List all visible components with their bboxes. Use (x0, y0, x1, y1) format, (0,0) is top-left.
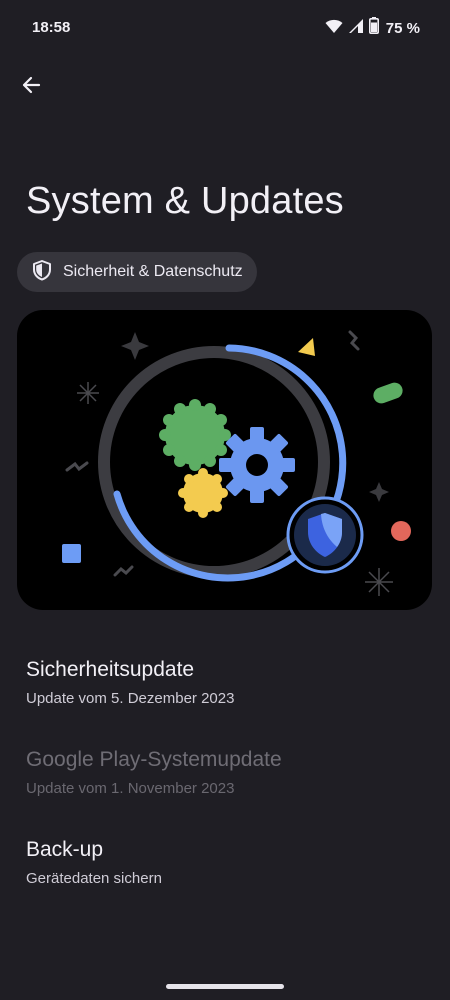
list-item-title: Sicherheitsupdate (26, 658, 195, 681)
back-button[interactable] (14, 70, 48, 104)
list-item-google-play-system-update: Google Play-Systemupdate Update vom 1. N… (26, 748, 426, 797)
gesture-navigation-handle[interactable] (166, 984, 284, 989)
page-title: System & Updates (26, 180, 344, 222)
list-item-security-update[interactable]: Sicherheitsupdate Update vom 5. Dezember… (26, 658, 426, 707)
status-time: 18:58 (32, 19, 71, 36)
status-bar: 18:58 75 % (0, 0, 450, 56)
list-item-title: Back-up (26, 838, 104, 861)
chip-label: Sicherheit & Datenschutz (63, 263, 243, 280)
security-privacy-chip[interactable]: Sicherheit & Datenschutz (17, 252, 257, 292)
battery-icon (368, 17, 379, 39)
arrow-left-icon (21, 75, 41, 100)
list-item-subtitle: Update vom 5. Dezember 2023 (26, 690, 235, 707)
battery-percentage: 75 % (385, 19, 420, 37)
list-item-subtitle: Gerätedaten sichern (26, 870, 162, 887)
list-item-backup[interactable]: Back-up Gerätedaten sichern (26, 838, 426, 887)
illustration-graphic (62, 330, 411, 596)
signal-icon (348, 18, 364, 39)
list-item-title: Google Play-Systemupdate (26, 748, 282, 771)
security-update-illustration (17, 310, 432, 610)
shield-icon (31, 259, 53, 286)
list-item-subtitle: Update vom 1. November 2023 (26, 780, 235, 797)
wifi-icon (325, 18, 343, 39)
status-icons: 75 % (325, 17, 420, 39)
